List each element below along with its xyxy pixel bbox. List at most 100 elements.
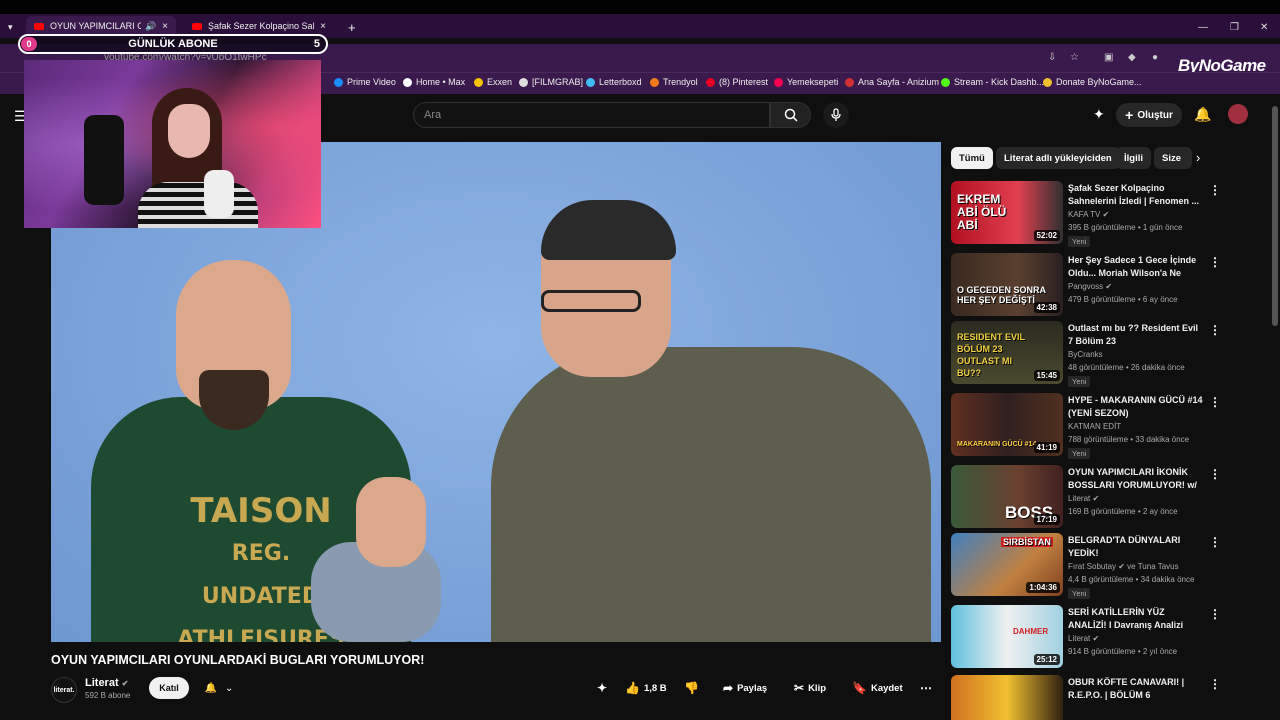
bookmark-item[interactable]: [FILMGRAB] xyxy=(519,77,583,87)
like-button[interactable]: 👍 1,8 B xyxy=(625,677,667,699)
microphone-icon xyxy=(831,108,841,121)
rec-channel-label: Literat xyxy=(1068,634,1091,643)
list-item[interactable]: SIRBİSTAN 1:04:36 BELGRAD'TA DÜNYALARI Y… xyxy=(951,533,1251,599)
bookmark-item[interactable]: Yemeksepeti xyxy=(774,77,838,87)
more-vertical-icon[interactable]: ⋮ xyxy=(1209,395,1221,409)
rec-channel[interactable]: Literat ✔ xyxy=(1068,634,1099,643)
search-input[interactable]: Ara xyxy=(413,102,770,128)
bookmark-label: Donate ByNoGame... xyxy=(1056,77,1142,87)
new-badge: Yeni xyxy=(1068,588,1091,599)
rec-title[interactable]: HYPE - MAKARANIN GÜCÜ #14 (YENİ SEZON) xyxy=(1068,394,1203,420)
chip-from-uploader[interactable]: Literat adlı yükleyiciden xyxy=(996,147,1120,169)
minimize-icon[interactable]: — xyxy=(1198,22,1208,33)
rec-channel[interactable]: KAFA TV ✔ xyxy=(1068,210,1109,219)
subscription-bell-button[interactable]: 🔔 ⌄ xyxy=(196,677,242,699)
scrollbar-thumb[interactable] xyxy=(1272,106,1278,326)
list-item[interactable]: MAKARANIN GÜCÜ #14 41:19 HYPE - MAKARANI… xyxy=(951,393,1251,459)
list-item[interactable]: BOSS 17:19 OYUN YAPIMCILARI İKONİK BOSSL… xyxy=(951,465,1251,531)
list-item[interactable]: O GECEDEN SONRA HER ŞEY DEĞİŞTİ 42:38 He… xyxy=(951,253,1251,319)
chip-all[interactable]: Tümü xyxy=(951,147,993,169)
channel-avatar[interactable]: literat. xyxy=(51,677,77,703)
tab-search-icon[interactable]: ▾ xyxy=(8,22,13,33)
video-thumbnail[interactable]: BOSS 17:19 xyxy=(951,465,1063,528)
bookmark-item[interactable]: Donate ByNoGame... xyxy=(1043,77,1142,87)
video-thumbnail[interactable]: SIRBİSTAN 1:04:36 xyxy=(951,533,1063,596)
bookmark-item[interactable]: Letterboxd xyxy=(586,77,642,87)
more-actions-button[interactable]: ⋯ xyxy=(920,677,932,699)
close-tab-icon[interactable]: × xyxy=(320,21,326,32)
rec-title[interactable]: Outlast mı bu ?? Resident Evil 7 Bölüm 2… xyxy=(1068,322,1203,348)
extension-icon[interactable]: ◆ xyxy=(1128,52,1136,63)
thumbnail-text: O GECEDEN SONRA HER ŞEY DEĞİŞTİ xyxy=(957,285,1046,305)
video-thumbnail[interactable]: O GECEDEN SONRA HER ŞEY DEĞİŞTİ 42:38 xyxy=(951,253,1063,316)
video-thumbnail[interactable] xyxy=(951,675,1063,720)
close-tab-icon[interactable]: × xyxy=(162,21,168,32)
star-icon[interactable]: ☆ xyxy=(1070,52,1079,63)
chevron-right-icon[interactable]: › xyxy=(1196,150,1200,165)
bookmark-item[interactable]: Stream - Kick Dashb... xyxy=(941,77,1044,87)
video-thumbnail[interactable]: MAKARANIN GÜCÜ #14 41:19 xyxy=(951,393,1063,456)
rec-channel[interactable]: Pangvoss ✔ xyxy=(1068,282,1112,291)
bookmark-item[interactable]: (8) Pinterest xyxy=(706,77,768,87)
more-vertical-icon[interactable]: ⋮ xyxy=(1209,255,1221,269)
video-thumbnail[interactable]: RESIDENT EVIL BÖLÜM 23 OUTLAST MI BU?? 1… xyxy=(951,321,1063,384)
rec-title[interactable]: OYUN YAPIMCILARI İKONİK BOSSLARI YORUMLU… xyxy=(1068,466,1203,492)
voice-search-button[interactable] xyxy=(823,102,849,128)
rec-title[interactable]: BELGRAD'TA DÜNYALARI YEDİK! xyxy=(1068,534,1203,560)
more-vertical-icon[interactable]: ⋮ xyxy=(1209,183,1221,197)
rec-title[interactable]: SERİ KATİLLERİN YÜZ ANALİZİ! I Davranış … xyxy=(1068,606,1203,632)
dislike-button[interactable]: 👎 xyxy=(684,677,699,699)
adblock-icon[interactable]: ● xyxy=(1152,52,1158,63)
browser-tab[interactable]: Şafak Sezer Kolpaçino Sahneler × xyxy=(184,16,334,36)
bookmark-item[interactable]: Ana Sayfa - Anizium xyxy=(845,77,939,87)
list-item[interactable]: EKREM ABİ ÖLÜ ABİ 52:02 Şafak Sezer Kolp… xyxy=(951,181,1251,247)
rec-title[interactable]: OBUR KÖFTE CANAVARI! | R.E.P.O. | BÖLÜM … xyxy=(1068,676,1203,702)
bookmark-icon xyxy=(650,77,659,87)
more-vertical-icon[interactable]: ⋮ xyxy=(1209,467,1221,481)
rec-channel[interactable]: ByCranks xyxy=(1068,350,1103,359)
close-window-icon[interactable]: ✕ xyxy=(1260,22,1268,33)
list-item[interactable]: DAHMER 25:12 SERİ KATİLLERİN YÜZ ANALİZİ… xyxy=(951,605,1251,671)
chip-for-you[interactable]: Size xyxy=(1154,147,1192,169)
more-vertical-icon[interactable]: ⋮ xyxy=(1209,607,1221,621)
chip-related[interactable]: İlgili xyxy=(1116,147,1151,169)
premium-sparkle-icon[interactable]: ✦ xyxy=(1093,106,1105,123)
rec-channel[interactable]: Literat ✔ xyxy=(1068,494,1099,503)
bookmark-icon xyxy=(586,77,595,87)
extension-icon[interactable]: ▣ xyxy=(1104,52,1113,63)
rec-channel[interactable]: KATMAN EDİT xyxy=(1068,422,1121,431)
video-thumbnail[interactable]: EKREM ABİ ÖLÜ ABİ 52:02 xyxy=(951,181,1063,244)
bookmark-item[interactable]: Trendyol xyxy=(650,77,698,87)
list-item[interactable]: OBUR KÖFTE CANAVARI! | R.E.P.O. | BÖLÜM … xyxy=(951,675,1251,720)
page-scrollbar[interactable] xyxy=(1271,98,1279,708)
notifications-bell-icon[interactable]: 🔔 xyxy=(1194,106,1211,123)
install-icon[interactable]: ⇩ xyxy=(1048,52,1056,63)
avatar[interactable] xyxy=(1228,104,1248,124)
speaker-icon[interactable]: 🔊 xyxy=(145,21,156,32)
video-thumbnail[interactable]: DAHMER 25:12 xyxy=(951,605,1063,668)
premium-sparkle-button[interactable]: ✦ xyxy=(597,677,608,699)
more-vertical-icon[interactable]: ⋮ xyxy=(1209,535,1221,549)
share-button[interactable]: ➦ Paylaş xyxy=(723,677,768,699)
new-tab-button[interactable]: + xyxy=(348,20,356,35)
channel-name[interactable]: Literat ✔ xyxy=(85,677,128,689)
more-vertical-icon[interactable]: ⋮ xyxy=(1209,323,1221,337)
join-button[interactable]: Katıl xyxy=(149,677,189,699)
rec-title[interactable]: Her Şey Sadece 1 Gece İçinde Oldu... Mor… xyxy=(1068,254,1203,280)
create-button[interactable]: + Oluştur xyxy=(1116,103,1182,127)
clip-button[interactable]: ✂ Klip xyxy=(794,677,827,699)
plus-icon: + xyxy=(1125,107,1134,123)
rec-meta: 48 görüntüleme • 26 dakika önce xyxy=(1068,363,1185,372)
search-button[interactable] xyxy=(770,102,811,128)
bookmark-item[interactable]: Prime Video xyxy=(334,77,396,87)
bookmark-item[interactable]: Exxen xyxy=(474,77,512,87)
rec-channel[interactable]: Fırat Sobutay ✔ ve Tuna Tavus xyxy=(1068,562,1179,571)
save-button[interactable]: 🔖 Kaydet xyxy=(852,677,903,699)
more-vertical-icon[interactable]: ⋮ xyxy=(1209,677,1221,691)
maximize-icon[interactable]: ❐ xyxy=(1230,22,1239,33)
list-item[interactable]: RESIDENT EVIL BÖLÜM 23 OUTLAST MI BU?? 1… xyxy=(951,321,1251,387)
browser-tab-active[interactable]: OYUN YAPIMCILARI OYUN 🔊 × xyxy=(26,16,176,36)
bookmark-item[interactable]: Home • Max xyxy=(403,77,465,87)
duration-badge: 42:38 xyxy=(1033,302,1060,313)
rec-title[interactable]: Şafak Sezer Kolpaçino Sahnelerini İzledi… xyxy=(1068,182,1203,208)
